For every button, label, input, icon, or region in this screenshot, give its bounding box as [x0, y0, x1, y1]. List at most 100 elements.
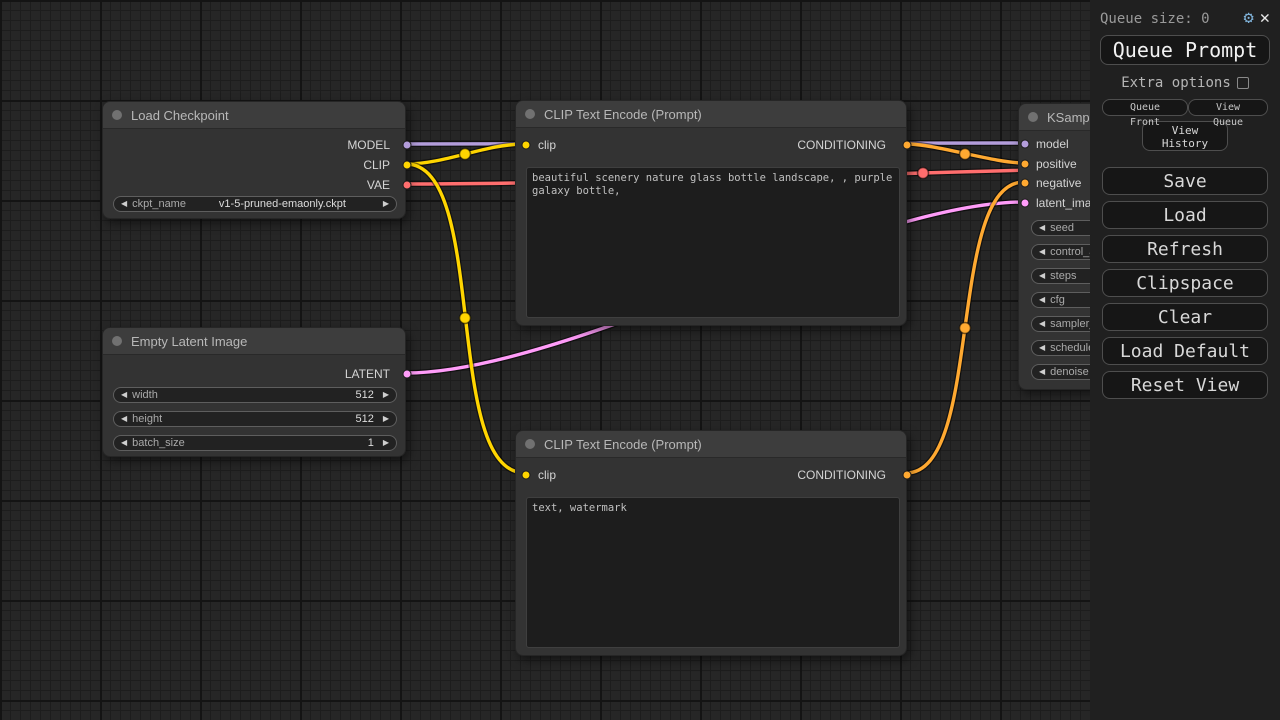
input-port-clip[interactable] — [522, 471, 531, 480]
widget-label: steps — [1050, 270, 1076, 282]
input-port-clip[interactable] — [522, 141, 531, 150]
reset-view-button[interactable]: Reset View — [1102, 371, 1268, 399]
widget-decrement-arrow-icon[interactable]: ◀ — [1039, 272, 1045, 280]
clear-button[interactable]: Clear — [1102, 303, 1268, 331]
batch-size-widget[interactable]: ◀ batch_size 1 ▶ — [113, 435, 397, 451]
output-label-latent: LATENT — [345, 367, 390, 381]
node-title: Empty Latent Image — [131, 334, 247, 349]
node-clip-text-encode-positive[interactable]: CLIP Text Encode (Prompt) clip CONDITION… — [515, 100, 907, 326]
refresh-button[interactable]: Refresh — [1102, 235, 1268, 263]
comfy-menu: Queue size: 0 ⚙ ✕ Queue Prompt Extra opt… — [1090, 0, 1280, 720]
output-port-latent[interactable] — [403, 370, 412, 379]
input-port-positive[interactable] — [1021, 160, 1030, 169]
node-empty-latent-image[interactable]: Empty Latent Image LATENT ◀ width 512 ▶ … — [102, 327, 406, 457]
extra-options-label: Extra options — [1121, 75, 1231, 91]
view-history-line2: History — [1162, 137, 1208, 150]
widget-label: height — [132, 413, 162, 425]
output-label-conditioning: CONDITIONING — [797, 138, 886, 152]
widget-decrement-arrow-icon[interactable]: ◀ — [121, 439, 127, 447]
height-widget[interactable]: ◀ height 512 ▶ — [113, 411, 397, 427]
ckpt-name-widget[interactable]: ◀ ckpt_name v1-5-pruned-emaonly.ckpt ▶ — [113, 196, 397, 212]
widget-decrement-arrow-icon[interactable]: ◀ — [1039, 344, 1045, 352]
node-title: Load Checkpoint — [131, 108, 229, 123]
output-label-vae: VAE — [367, 178, 390, 192]
input-label-clip: clip — [538, 138, 556, 152]
widget-increment-arrow-icon[interactable]: ▶ — [383, 415, 389, 423]
link-positive — [906, 144, 1024, 163]
queue-front-button[interactable]: Queue Front — [1102, 99, 1188, 116]
output-port-model[interactable] — [403, 141, 412, 150]
widget-decrement-arrow-icon[interactable]: ◀ — [1039, 368, 1045, 376]
link-clip-top-dot — [460, 149, 471, 160]
widget-value: 512 — [163, 389, 378, 401]
input-port-negative[interactable] — [1021, 179, 1030, 188]
node-title: CLIP Text Encode (Prompt) — [544, 107, 702, 122]
view-queue-button[interactable]: View Queue — [1188, 99, 1268, 116]
link-negative-dot — [960, 323, 971, 334]
widget-label: denoise — [1050, 366, 1089, 378]
widget-increment-arrow-icon[interactable]: ▶ — [383, 391, 389, 399]
widget-decrement-arrow-icon[interactable]: ◀ — [1039, 320, 1045, 328]
widget-increment-arrow-icon[interactable]: ▶ — [383, 439, 389, 447]
load-default-button[interactable]: Load Default — [1102, 337, 1268, 365]
widget-decrement-arrow-icon[interactable]: ◀ — [1039, 224, 1045, 232]
widget-decrement-arrow-icon[interactable]: ◀ — [121, 200, 127, 208]
collapse-dot-icon[interactable] — [1028, 112, 1038, 122]
load-button[interactable]: Load — [1102, 201, 1268, 229]
prompt-textarea[interactable]: text, watermark — [526, 497, 900, 648]
link-negative — [906, 182, 1024, 473]
extra-options-checkbox[interactable] — [1237, 77, 1249, 89]
collapse-dot-icon[interactable] — [525, 109, 535, 119]
node-clip-negative-header[interactable]: CLIP Text Encode (Prompt) — [516, 431, 906, 458]
node-title: CLIP Text Encode (Prompt) — [544, 437, 702, 452]
close-icon[interactable]: ✕ — [1260, 10, 1270, 27]
link-clip-bottom — [406, 164, 525, 473]
graph-canvas[interactable]: Load Checkpoint MODEL CLIP VAE ◀ ckpt_na… — [0, 0, 1280, 720]
collapse-dot-icon[interactable] — [525, 439, 535, 449]
output-port-vae[interactable] — [403, 181, 412, 190]
widget-value: 512 — [167, 413, 378, 425]
widget-decrement-arrow-icon[interactable]: ◀ — [121, 391, 127, 399]
node-load-checkpoint[interactable]: Load Checkpoint MODEL CLIP VAE ◀ ckpt_na… — [102, 101, 406, 219]
input-label-positive: positive — [1036, 157, 1077, 171]
link-clip-top — [406, 144, 525, 164]
output-label-clip: CLIP — [363, 158, 390, 172]
node-clip-positive-header[interactable]: CLIP Text Encode (Prompt) — [516, 101, 906, 128]
node-empty-latent-header[interactable]: Empty Latent Image — [103, 328, 405, 355]
widget-decrement-arrow-icon[interactable]: ◀ — [1039, 296, 1045, 304]
width-widget[interactable]: ◀ width 512 ▶ — [113, 387, 397, 403]
save-button[interactable]: Save — [1102, 167, 1268, 195]
queue-prompt-button[interactable]: Queue Prompt — [1100, 35, 1270, 65]
output-port-conditioning[interactable] — [903, 141, 912, 150]
node-load-checkpoint-header[interactable]: Load Checkpoint — [103, 102, 405, 129]
output-port-clip[interactable] — [403, 161, 412, 170]
widget-decrement-arrow-icon[interactable]: ◀ — [1039, 248, 1045, 256]
view-history-line1: View — [1172, 124, 1199, 137]
clipspace-button[interactable]: Clipspace — [1102, 269, 1268, 297]
collapse-dot-icon[interactable] — [112, 336, 122, 346]
widget-increment-arrow-icon[interactable]: ▶ — [383, 200, 389, 208]
widget-label: width — [132, 389, 158, 401]
gear-icon[interactable]: ⚙ — [1244, 10, 1254, 27]
widget-label: seed — [1050, 222, 1074, 234]
input-port-model[interactable] — [1021, 140, 1030, 149]
link-vae-dot — [918, 168, 929, 179]
widget-value: v1-5-pruned-emaonly.ckpt — [191, 198, 378, 210]
input-label-negative: negative — [1036, 176, 1081, 190]
link-positive-dot — [960, 149, 971, 160]
collapse-dot-icon[interactable] — [112, 110, 122, 120]
widget-value: 1 — [190, 437, 378, 449]
input-label-clip: clip — [538, 468, 556, 482]
output-label-model: MODEL — [347, 138, 390, 152]
widget-decrement-arrow-icon[interactable]: ◀ — [121, 415, 127, 423]
widget-label: cfg — [1050, 294, 1065, 306]
input-label-model: model — [1036, 137, 1069, 151]
widget-label: batch_size — [132, 437, 185, 449]
queue-size-label: Queue size: 0 — [1100, 11, 1238, 27]
output-port-conditioning[interactable] — [903, 471, 912, 480]
prompt-textarea[interactable]: beautiful scenery nature glass bottle la… — [526, 167, 900, 318]
node-clip-text-encode-negative[interactable]: CLIP Text Encode (Prompt) clip CONDITION… — [515, 430, 907, 656]
output-label-conditioning: CONDITIONING — [797, 468, 886, 482]
input-port-latent-image[interactable] — [1021, 199, 1030, 208]
widget-label: ckpt_name — [132, 198, 186, 210]
